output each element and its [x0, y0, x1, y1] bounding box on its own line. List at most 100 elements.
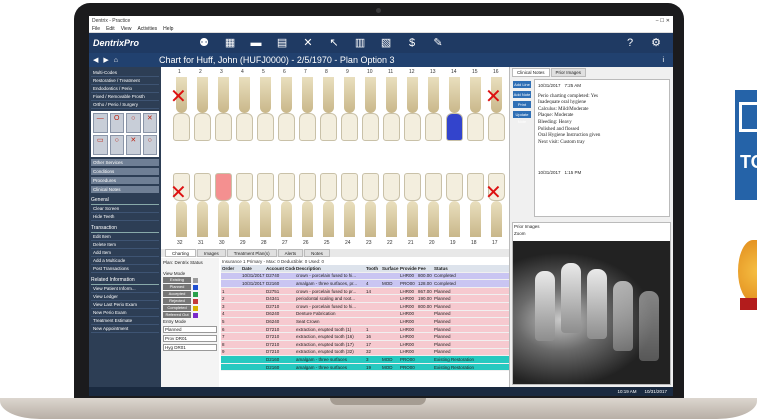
- print-button[interactable]: Print: [513, 101, 531, 108]
- tooth-22[interactable]: [383, 173, 400, 237]
- legend-button[interactable]: Rejected: [163, 298, 191, 304]
- sidebar-link[interactable]: New Perio Exam: [91, 309, 159, 317]
- tooth-32[interactable]: [170, 173, 190, 237]
- code-button[interactable]: ○: [126, 113, 141, 133]
- column-header[interactable]: Tooth: [365, 266, 381, 271]
- tooth-26[interactable]: [299, 173, 316, 237]
- close-icon[interactable]: ✕: [301, 36, 315, 50]
- table-row[interactable]: D2160 amalgam - three surfaces 3 MOD PRO00 Ex…: [221, 356, 509, 364]
- tooth-28[interactable]: [257, 173, 274, 237]
- table-row[interactable]: D2160 amalgam - three surfaces 19 MOD PRO00 E…: [221, 363, 509, 372]
- cursor-icon[interactable]: ↖: [327, 36, 341, 50]
- tooth-16[interactable]: [485, 77, 505, 141]
- column-header[interactable]: Date: [241, 266, 265, 271]
- forward-icon[interactable]: ▶: [103, 56, 108, 64]
- tooth-23[interactable]: [362, 173, 379, 237]
- table-row[interactable]: 7 D7210 extraction, erupted tooth (16) 16 LH…: [221, 333, 509, 341]
- code-button[interactable]: ✕: [142, 113, 157, 133]
- column-header[interactable]: Description: [295, 266, 365, 271]
- zoom-control[interactable]: Zoom: [513, 230, 670, 237]
- note-icon[interactable]: ✎: [431, 36, 445, 50]
- sidebar-link[interactable]: View Last Perio Exam: [91, 301, 159, 309]
- tooth-19[interactable]: [446, 173, 463, 237]
- sidebar-link[interactable]: Add Item: [91, 249, 159, 257]
- code-button[interactable]: O: [109, 113, 124, 133]
- tooth-4[interactable]: [236, 77, 253, 141]
- sidebar-item[interactable]: Endodontics / Perio: [91, 85, 159, 93]
- legend-button[interactable]: Accepted: [163, 291, 191, 297]
- menu-item[interactable]: Edit: [106, 26, 115, 32]
- table-row[interactable]: 8 D7210 extraction, erupted tooth (17) 17 LH…: [221, 340, 509, 349]
- tooth-3[interactable]: [215, 77, 232, 141]
- sidebar-heading[interactable]: Clinical Notes: [91, 186, 159, 193]
- sidebar-link[interactable]: Add a Multicode: [91, 257, 159, 265]
- tooth-17[interactable]: [485, 173, 505, 237]
- menu-item[interactable]: View: [121, 26, 132, 32]
- notes-tab[interactable]: Prior Images: [550, 68, 587, 77]
- tab-treatment-plan-s-[interactable]: Treatment Plan(s): [226, 249, 277, 257]
- sidebar-link[interactable]: View Patient Inform...: [91, 285, 159, 293]
- hygienist-select[interactable]: Hyg DR01: [163, 344, 217, 351]
- sidebar-item[interactable]: Restorative / Treatment: [91, 77, 159, 85]
- legend-button[interactable]: Planned: [163, 284, 191, 290]
- tooth-25[interactable]: [320, 173, 337, 237]
- tab-images[interactable]: Images: [197, 249, 226, 257]
- legend-button[interactable]: Existing: [163, 277, 191, 283]
- back-icon[interactable]: ◀: [93, 56, 98, 64]
- tooth-24[interactable]: [341, 173, 358, 237]
- clinical-note-text[interactable]: 10/31/2017 7:25 AM Perio charting comple…: [534, 79, 670, 217]
- tooth-7[interactable]: [299, 77, 316, 141]
- tooth-15[interactable]: [467, 77, 484, 141]
- menu-item[interactable]: Help: [163, 26, 173, 32]
- tooth-12[interactable]: [404, 77, 421, 141]
- table-row[interactable]: 3 D2710 crown - porcelain fused to hi... LH…: [221, 302, 509, 311]
- tooth-14[interactable]: [446, 77, 463, 141]
- legend-button[interactable]: Referred Out: [163, 312, 191, 318]
- sidebar-heading[interactable]: Procedures: [91, 177, 159, 184]
- sidebar-link[interactable]: Clear Screen: [91, 205, 159, 213]
- sidebar-link[interactable]: Treatment Estimate: [91, 317, 159, 325]
- tooth-5[interactable]: [257, 77, 274, 141]
- add-line-button[interactable]: Add Line: [513, 81, 531, 88]
- menu-item[interactable]: File: [92, 26, 100, 32]
- help-icon[interactable]: ?: [623, 36, 637, 50]
- sidebar-heading[interactable]: Other Services: [91, 159, 159, 166]
- table-row[interactable]: 1 D2751 crown - porcelain fused to pr... 14…: [221, 287, 509, 296]
- tooth-18[interactable]: [467, 173, 484, 237]
- column-header[interactable]: Order: [221, 266, 241, 271]
- add-note-button[interactable]: Add Note: [513, 91, 531, 98]
- sidebar-link[interactable]: New Appointment: [91, 325, 159, 333]
- dollar-icon[interactable]: $: [405, 36, 419, 50]
- menu-item[interactable]: Activities: [137, 26, 157, 32]
- tooth-31[interactable]: [194, 173, 211, 237]
- sidebar-item[interactable]: Multi-Codes: [91, 69, 159, 77]
- update-note-button[interactable]: Update Note: [513, 111, 531, 124]
- sidebar-link[interactable]: View Ledger: [91, 293, 159, 301]
- sidebar-link[interactable]: Post Transactions: [91, 265, 159, 273]
- table-row[interactable]: 9 D7210 extraction, erupted tooth (32) 32 LH…: [221, 348, 509, 357]
- tooth-29[interactable]: [236, 173, 253, 237]
- tab-charting[interactable]: Charting: [165, 249, 197, 257]
- person-icon[interactable]: ⚉: [197, 36, 211, 50]
- tooth-11[interactable]: [383, 77, 400, 141]
- tooth-21[interactable]: [404, 173, 421, 237]
- tooth-1[interactable]: [170, 77, 190, 141]
- notes-tab[interactable]: Clinical Notes: [512, 68, 550, 77]
- tooth-30[interactable]: [215, 173, 232, 237]
- code-button[interactable]: ✕: [126, 135, 141, 155]
- column-header[interactable]: Status: [433, 266, 509, 271]
- column-header[interactable]: Provider: [399, 266, 417, 271]
- gear-icon[interactable]: ⚙: [649, 36, 663, 50]
- legend-button[interactable]: Completed: [163, 305, 191, 311]
- column-header[interactable]: Account Code: [265, 266, 295, 271]
- folder-icon[interactable]: ▬: [249, 36, 263, 50]
- window-controls[interactable]: – ☐ ✕: [656, 18, 670, 24]
- sidebar-link[interactable]: Edit Item: [91, 233, 159, 241]
- chart-icon[interactable]: ▧: [379, 36, 393, 50]
- ledger-icon[interactable]: ▥: [353, 36, 367, 50]
- code-button[interactable]: —: [93, 113, 108, 133]
- sidebar-heading[interactable]: Conditions: [91, 168, 159, 175]
- table-row[interactable]: 5 D6240 Seat Crown LHR00 Planned: [221, 318, 509, 326]
- table-row[interactable]: 10/31/2017 D2740 crown - porcelain fused t…: [221, 272, 509, 281]
- sidebar-link[interactable]: Hide Teeth: [91, 213, 159, 221]
